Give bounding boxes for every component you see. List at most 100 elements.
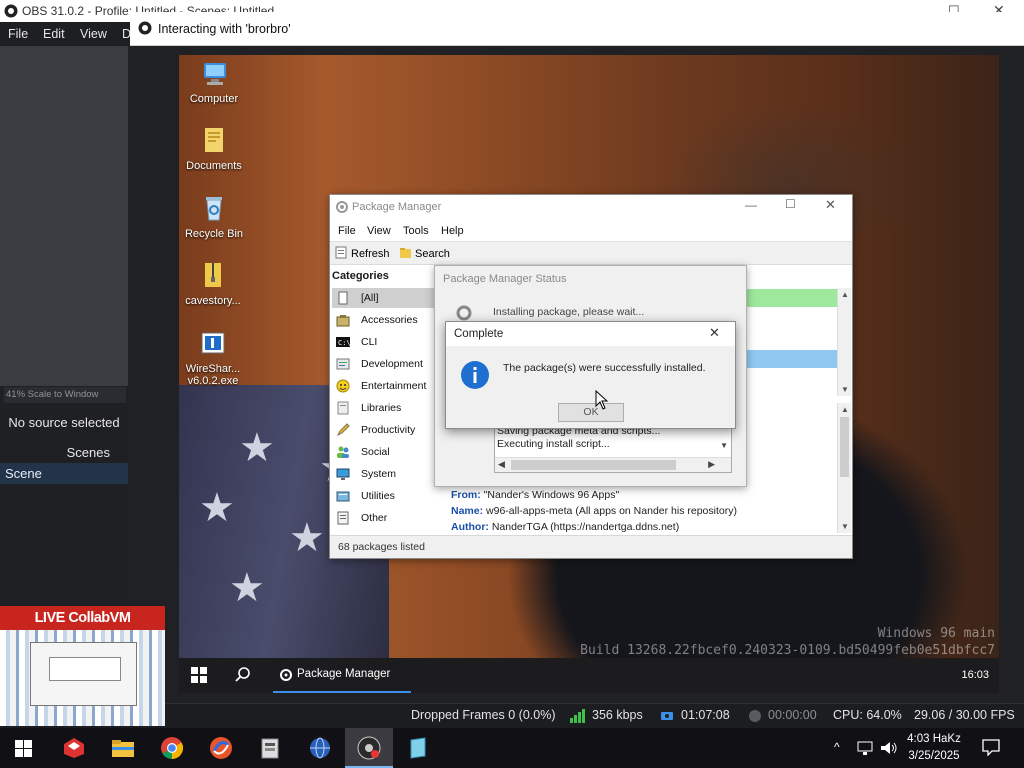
pencil-icon	[336, 423, 350, 437]
scroll-thumb[interactable]	[840, 417, 849, 477]
obs-preview	[0, 46, 128, 386]
category-entertainment[interactable]: Entertainment	[332, 376, 442, 396]
taskbar-app-4[interactable]	[197, 728, 245, 768]
log-horizontal-scrollbar[interactable]: ◀ ▶	[495, 457, 731, 472]
vm-start-button[interactable]	[191, 667, 207, 683]
desktop-icon-documents[interactable]: Documents	[179, 124, 254, 172]
pm-title: Package Manager	[352, 201, 442, 213]
category-social[interactable]: Social	[332, 442, 442, 462]
scene-list-item[interactable]: Scene	[0, 463, 128, 484]
pm-menu-file[interactable]: File	[338, 225, 356, 237]
desktop-icon-cavestory[interactable]: cavestory...	[179, 259, 253, 307]
stream-icon	[660, 709, 674, 723]
dropped-frames: Dropped Frames 0 (0.0%)	[411, 708, 556, 722]
reaction-thumbnail: LIVE CollabVM REACTION	[0, 606, 165, 726]
library-icon	[336, 401, 350, 415]
category-development[interactable]: Development	[332, 354, 442, 374]
scroll-right-icon[interactable]: ▶	[708, 459, 715, 470]
desktop-icon-recycle-bin[interactable]: Recycle Bin	[179, 192, 254, 240]
scenes-header: Scenes	[66, 445, 110, 460]
taskbar-obs[interactable]	[345, 728, 393, 768]
package-gear-icon	[279, 668, 293, 682]
notes-app-icon	[406, 736, 430, 760]
pm-menubar: File View Tools Help	[330, 222, 852, 240]
complete-dialog[interactable]: Complete ✕ The package(s) were successfu…	[445, 321, 736, 429]
pm-menu-view[interactable]: View	[367, 225, 391, 237]
people-icon	[336, 445, 350, 459]
scroll-down-icon[interactable]: ▼	[841, 522, 849, 531]
scroll-left-icon[interactable]: ◀	[498, 459, 505, 470]
package-count: 68 packages listed	[338, 541, 425, 553]
category-all[interactable]: [All]	[332, 288, 442, 308]
zip-archive-icon	[197, 259, 229, 291]
taskbar-app-1[interactable]	[50, 728, 98, 768]
ok-button[interactable]: OK	[558, 403, 624, 422]
folder-documents-icon	[198, 124, 230, 156]
scroll-down-icon[interactable]: ▼	[841, 385, 849, 394]
all-icon	[336, 291, 350, 305]
menu-edit[interactable]: Edit	[43, 27, 65, 41]
details-scrollbar[interactable]: ▲ ▼	[837, 403, 851, 533]
record-time: 00:00:00	[768, 708, 817, 722]
menu-file[interactable]: File	[8, 27, 28, 41]
scroll-up-icon[interactable]: ▲	[841, 405, 849, 414]
desktop-icon-wireshark[interactable]: WireShar... v6.0.2.exe	[179, 327, 253, 387]
taskbar-chrome[interactable]	[148, 728, 196, 768]
taskbar-app-5[interactable]	[246, 728, 294, 768]
category-libraries[interactable]: Libraries	[332, 398, 442, 418]
category-productivity[interactable]: Productivity	[332, 420, 442, 440]
recycle-bin-icon	[198, 192, 230, 224]
category-utilities[interactable]: Utilities	[332, 486, 442, 506]
pm-maximize-button[interactable]: ☐	[785, 197, 796, 211]
scroll-thumb[interactable]	[511, 460, 676, 470]
scale-label: 41% Scale to Window	[6, 389, 99, 400]
vm-task-package-manager[interactable]: Package Manager	[273, 658, 411, 693]
watermark-line-1: Windows 96 main	[877, 626, 995, 641]
network-icon[interactable]	[857, 740, 873, 756]
vm-search-icon[interactable]	[235, 667, 251, 683]
package-list-row-installed[interactable]	[742, 289, 837, 307]
taskbar-app-6[interactable]	[296, 728, 344, 768]
search-button[interactable]: Search	[415, 248, 450, 260]
category-accessories[interactable]: Accessories	[332, 310, 442, 330]
taskbar-file-explorer[interactable]	[99, 728, 147, 768]
notifications-icon[interactable]	[982, 738, 1000, 756]
globe-app-icon	[308, 736, 332, 760]
pm-menu-help[interactable]: Help	[441, 225, 464, 237]
info-icon	[460, 360, 490, 390]
scale-indicator: 41% Scale to Window	[4, 387, 126, 403]
pm-minimize-button[interactable]: —	[745, 198, 757, 212]
taskbar-app-8[interactable]	[394, 728, 442, 768]
vm-screen[interactable]: ★ ★ ★ ★ ★ Computer Documents Recycle Bin…	[179, 55, 999, 693]
complete-close-button[interactable]: ✕	[709, 325, 720, 341]
host-clock[interactable]: 4:03 HaKz 3/25/2025	[896, 731, 972, 765]
installer-exe-icon	[197, 327, 229, 359]
search-folder-icon	[399, 246, 412, 259]
complete-dialog-title: Complete	[454, 328, 504, 340]
host-time: 4:03 HaKz	[907, 733, 961, 745]
host-date: 3/25/2025	[908, 750, 960, 762]
show-hidden-icons[interactable]: ^	[834, 740, 840, 754]
vm-taskbar: Package Manager 16:03	[179, 658, 999, 693]
record-icon	[748, 709, 762, 723]
package-list-scrollbar[interactable]: ▲ ▼	[837, 288, 851, 396]
package-list-row-selected[interactable]	[742, 350, 837, 368]
category-other[interactable]: Other	[332, 508, 442, 528]
desktop-icon-computer[interactable]: Computer	[179, 57, 254, 105]
pm-menu-tools[interactable]: Tools	[403, 225, 429, 237]
signal-bars-icon	[570, 709, 586, 723]
scroll-up-icon[interactable]: ▲	[841, 290, 849, 299]
smiley-icon	[336, 379, 350, 393]
development-icon	[336, 357, 350, 371]
vm-clock[interactable]: 16:03	[961, 669, 989, 681]
log-scroll-down-icon[interactable]: ▼	[720, 441, 728, 450]
pm-close-button[interactable]: ✕	[825, 197, 836, 213]
category-cli[interactable]: C:\ CLI	[332, 332, 442, 352]
category-system[interactable]: System	[332, 464, 442, 484]
menu-view[interactable]: View	[80, 27, 107, 41]
obs-logo-icon	[138, 21, 152, 35]
pm-titlebar: Package Manager — ☐ ✕	[330, 195, 852, 219]
refresh-button[interactable]: Refresh	[351, 248, 390, 260]
thumbnail-dialog	[49, 657, 121, 681]
windows-start-icon[interactable]	[15, 740, 32, 757]
